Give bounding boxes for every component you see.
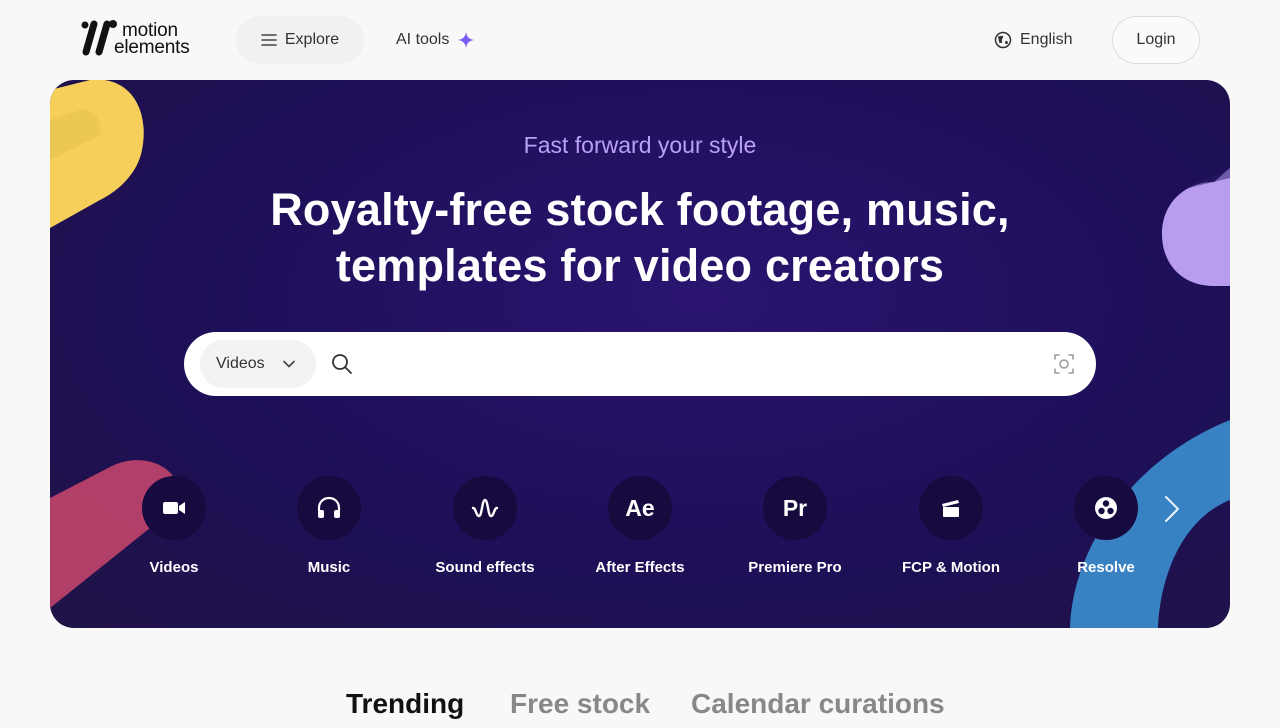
search-icon[interactable] bbox=[330, 352, 354, 376]
search-type-dropdown[interactable]: Videos bbox=[200, 340, 316, 388]
logo-wordmark: motion elements bbox=[114, 21, 190, 57]
premiere-pro-icon: Pr bbox=[763, 476, 827, 540]
category-after-effects[interactable]: Ae After Effects bbox=[565, 476, 715, 576]
headphones-icon bbox=[317, 496, 341, 518]
video-camera-icon bbox=[163, 502, 185, 514]
category-sound-effects[interactable]: Sound effects bbox=[410, 476, 560, 576]
clapperboard-icon bbox=[942, 500, 959, 517]
category-label: Premiere Pro bbox=[748, 559, 842, 576]
ai-tools-link[interactable]: AI tools bbox=[396, 16, 475, 64]
category-carousel: Videos Music Sound effects Ae After Effe… bbox=[50, 476, 1230, 586]
category-music[interactable]: Music bbox=[254, 476, 404, 576]
motion-elements-logo[interactable]: motion elements bbox=[80, 18, 190, 60]
logo-line-elements: elements bbox=[114, 37, 190, 58]
chevron-down-icon bbox=[282, 360, 295, 368]
category-premiere-pro[interactable]: Pr Premiere Pro bbox=[720, 476, 870, 576]
category-fcp-motion-circle bbox=[919, 476, 983, 540]
tab-calendar-curations[interactable]: Calendar curations bbox=[691, 688, 945, 720]
globe-icon bbox=[994, 31, 1012, 49]
logo-mark-icon bbox=[81, 20, 117, 56]
language-label: English bbox=[1020, 31, 1073, 48]
hamburger-menu-icon bbox=[261, 34, 277, 46]
category-fcp-motion[interactable]: FCP & Motion bbox=[876, 476, 1026, 576]
search-bar: Videos bbox=[184, 332, 1096, 396]
search-input[interactable] bbox=[370, 344, 1030, 384]
language-selector[interactable]: English bbox=[994, 16, 1072, 64]
category-label: FCP & Motion bbox=[901, 559, 1001, 576]
hero-headline: Royalty-free stock footage, music, templ… bbox=[50, 182, 1230, 294]
category-videos-circle bbox=[142, 476, 206, 540]
chevron-right-icon[interactable] bbox=[1156, 494, 1186, 524]
hero-banner: Fast forward your style Royalty-free sto… bbox=[50, 80, 1230, 628]
category-label: Resolve bbox=[1077, 559, 1135, 576]
category-videos[interactable]: Videos bbox=[99, 476, 249, 576]
soundwave-icon bbox=[471, 498, 499, 518]
content-tabs: Trending Free stock Calendar curations bbox=[0, 688, 1280, 728]
category-label: Sound effects bbox=[435, 559, 535, 576]
login-button[interactable]: Login bbox=[1112, 16, 1200, 64]
hero-tagline: Fast forward your style bbox=[523, 132, 757, 158]
explore-label: Explore bbox=[284, 31, 340, 48]
resolve-icon bbox=[1095, 497, 1117, 519]
category-label: Music bbox=[307, 559, 351, 576]
category-resolve[interactable]: Resolve bbox=[1031, 476, 1181, 576]
category-resolve-circle bbox=[1074, 476, 1138, 540]
after-effects-icon: Ae bbox=[608, 476, 672, 540]
sparkle-icon bbox=[458, 32, 475, 48]
explore-button[interactable]: Explore bbox=[236, 16, 364, 64]
headline-line-1: Royalty-free stock footage, music, bbox=[270, 184, 1010, 235]
visual-search-icon[interactable] bbox=[1052, 352, 1076, 376]
ai-tools-label: AI tools bbox=[396, 31, 450, 48]
headline-line-2: templates for video creators bbox=[335, 240, 945, 291]
category-sound-effects-circle bbox=[453, 476, 517, 540]
tab-free-stock[interactable]: Free stock bbox=[510, 688, 650, 720]
top-nav: motion elements Explore AI tools English… bbox=[0, 0, 1280, 80]
category-label: Videos bbox=[149, 559, 199, 576]
category-music-circle bbox=[297, 476, 361, 540]
search-type-label: Videos bbox=[216, 355, 265, 372]
tab-trending[interactable]: Trending bbox=[346, 688, 464, 720]
category-label: After Effects bbox=[595, 559, 685, 576]
